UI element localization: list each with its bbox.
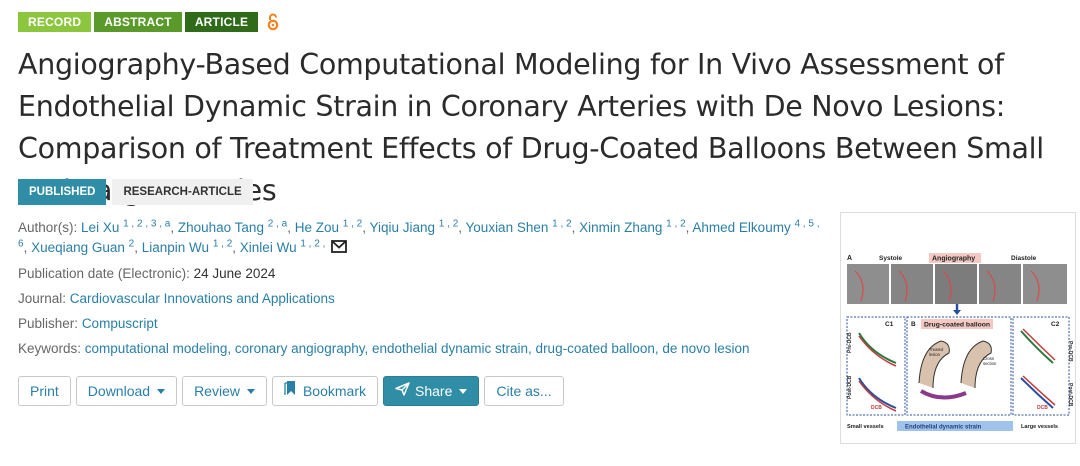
author-link[interactable]: Xinmin Zhang 1 , 2 [579,219,686,235]
publisher-row: Publisher: Compuscript [18,314,828,334]
keywords-label: Keywords: [18,341,82,356]
share-button[interactable]: Share [383,376,480,406]
keywords-row: Keywords: computational modeling, corona… [18,339,828,359]
authors-label: Author(s): [18,220,78,235]
figure-pre-dcb-left: Pre-DCB [847,332,853,353]
author-link[interactable]: Xueqiang Guan 2 [31,239,134,255]
mail-icon[interactable] [331,239,348,259]
author-link[interactable]: Youxian Shen 1 , 2 [466,219,572,235]
angio-frame-3 [935,264,977,304]
cite-button[interactable]: Cite as... [484,376,564,406]
figure-post-dcb-left: Post-DCB [847,375,853,399]
author-link[interactable]: Lei Xu 1 , 2 , 3 , a [81,219,170,235]
figure-diastole-label: Diastole [1011,255,1037,262]
author-link[interactable]: Lianpin Wu 1 , 2 [142,239,233,255]
record-badges: RECORD ABSTRACT ARTICLE [18,12,281,32]
author-link[interactable]: Xinlei Wu 1 , 2 , [240,239,326,255]
pubdate-label: Publication date (Electronic): [18,266,190,281]
figure-eds-label: Endothelial dynamic strain [905,425,982,431]
figure-label-c2: C2 [1051,321,1060,328]
article-badge: ARTICLE [184,12,259,32]
pubdate-value: 24 June 2024 [193,266,276,281]
keywords-links[interactable]: computational modeling, coronary angiogr… [85,341,750,356]
article-type-badge: RESEARCH-ARTICLE [112,179,253,205]
figure-dcb-label: DCB [871,405,882,411]
journal-row: Journal: Cardiovascular Innovations and … [18,289,828,309]
figure-dcb-title: Drug-coated balloon [924,322,990,329]
pubdate-row: Publication date (Electronic): 24 June 2… [18,264,828,284]
author-link[interactable]: Yiqiu Jiang 1 , 2 [369,219,458,235]
article-metadata: Author(s): Lei Xu 1 , 2 , 3 , a, Zhouhao… [18,218,828,364]
action-toolbar: Print Download Review Bookmark Share Cit… [18,376,564,406]
figure-label-a: A [847,255,852,262]
figure-post-dcb-right: Post-DCB [1067,383,1073,407]
angio-frame-5 [1023,264,1067,304]
journal-label: Journal: [18,291,67,306]
graphical-abstract-thumbnail[interactable]: A Systole Angiography Diastole C1 B Drug… [840,212,1076,444]
figure-angiography-label: Angiography [932,256,975,263]
journal-link[interactable]: Cardiovascular Innovations and Applicati… [70,291,335,306]
figure-lesion-label: lesion [929,352,941,357]
download-button[interactable]: Download [75,376,178,406]
caret-down-icon [459,388,468,394]
angio-frame-1 [847,264,889,304]
print-button[interactable]: Print [18,376,71,406]
review-button[interactable]: Review [182,376,267,406]
abstract-badge: ABSTRACT [94,12,182,32]
figure-section-label: section [983,361,997,366]
publisher-link[interactable]: Compuscript [82,316,158,331]
figure-pre-dcb-right: Pre-DCB [1067,341,1073,362]
author-link[interactable]: He Zou 1 , 2 [295,219,363,235]
figure-systole-label: Systole [879,255,903,262]
status-pills: PUBLISHED RESEARCH-ARTICLE [18,179,253,205]
angio-frame-2 [891,264,933,304]
paper-plane-icon [395,377,410,405]
caret-down-icon [246,388,255,394]
bookmark-button[interactable]: Bookmark [271,376,378,406]
author-link[interactable]: Zhouhao Tang 2 , a [178,219,287,235]
caret-down-icon [157,388,166,394]
published-badge: PUBLISHED [18,179,107,205]
figure-large-vessels: Large vessels [1021,424,1058,430]
authors-row: Author(s): Lei Xu 1 , 2 , 3 , a, Zhouhao… [18,218,828,259]
record-badge: RECORD [18,12,92,32]
angio-frame-4 [979,264,1021,304]
figure-label-c1: C1 [885,321,894,328]
bookmark-icon [284,377,298,405]
graphical-abstract-figure: A Systole Angiography Diastole C1 B Drug… [841,213,1075,443]
figure-label-b: B [911,321,916,328]
publisher-label: Publisher: [18,316,79,331]
figure-small-vessels: Small vessels [847,424,884,430]
open-access-icon [267,12,281,32]
figure-dcb-label-right: DCB [1037,405,1048,411]
